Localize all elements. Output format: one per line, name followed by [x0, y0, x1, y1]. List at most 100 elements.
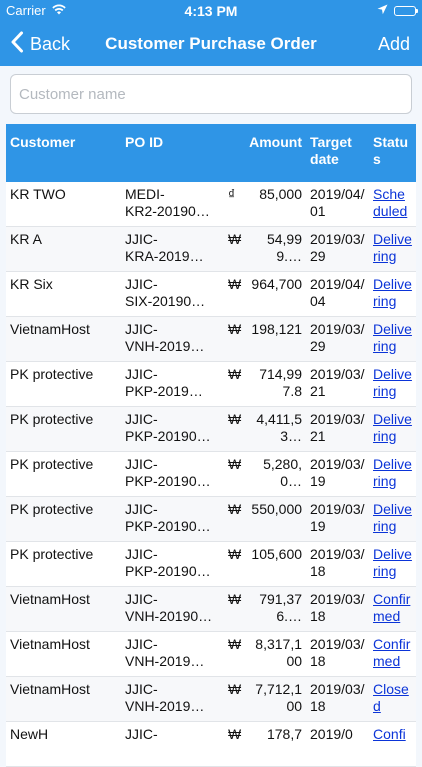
po-id-line1: JJIC- — [125, 546, 158, 562]
customer-search-input[interactable] — [10, 74, 412, 114]
status-link[interactable]: Delivering — [373, 366, 412, 399]
cell-customer: KR A — [6, 226, 121, 272]
po-id-line1: JJIC- — [125, 411, 158, 427]
cell-po-id: MEDI- KR2-20190… — [121, 182, 224, 227]
po-id-line2: VNH-2019… — [125, 653, 205, 669]
cell-status: Closed — [369, 676, 417, 722]
table-row[interactable]: VietnamHost JJIC- VNH-2019… ₩8,317,100 2019/… — [6, 631, 417, 677]
add-button[interactable]: Add — [378, 22, 410, 66]
cell-currency: ₩ — [224, 271, 246, 317]
cell-amount: 4,411,53… — [246, 406, 307, 452]
table-body: KR TWO MEDI- KR2-20190… ₫ 85,000 2019/04/01 Sc… — [6, 182, 417, 767]
table-row[interactable]: VietnamHost JJIC- VNH-20190… ₩791,376.… 2019… — [6, 586, 417, 632]
cell-customer: VietnamHost — [6, 316, 121, 362]
cell-customer: PK protective — [6, 496, 121, 542]
cell-po-id: JJIC- PKP-20190… — [121, 541, 224, 587]
cell-customer: KR Six — [6, 271, 121, 317]
cell-amount: 7,712,100 — [246, 676, 307, 722]
status-link[interactable]: Confirmed — [373, 591, 410, 624]
cell-customer: PK protective — [6, 541, 121, 587]
header-po-id[interactable]: PO ID — [121, 124, 224, 182]
po-id-line2: PKP-20190… — [125, 473, 211, 489]
cell-amount: 791,376.… — [246, 586, 307, 632]
cell-target-date: 2019/03/18 — [306, 631, 370, 677]
header-target-date[interactable]: Target date — [306, 124, 370, 182]
cell-amount: 714,997.8 — [246, 361, 307, 407]
status-link[interactable]: Delivering — [373, 276, 412, 309]
status-link[interactable]: Confi — [373, 726, 406, 742]
table-row[interactable]: KR Six JJIC- SIX-20190… ₩964,700 2019/04/04 D… — [6, 271, 417, 317]
cell-target-date: 2019/0 — [306, 721, 370, 767]
table-row[interactable]: PK protective JJIC- PKP-20190… ₩550,000 2019… — [6, 496, 417, 542]
table-row[interactable]: PK protective JJIC- PKP-20190… ₩5,280,0… 201… — [6, 451, 417, 497]
cell-currency: ₩ — [224, 676, 246, 722]
cell-customer: PK protective — [6, 361, 121, 407]
location-icon — [377, 3, 388, 18]
po-id-line2: VNH-2019… — [125, 338, 205, 354]
po-id-line2: PKP-20190… — [125, 428, 211, 444]
cell-amount: 5,280,0… — [246, 451, 307, 497]
status-link[interactable]: Scheduled — [373, 186, 407, 219]
po-id-line2: VNH-20190… — [125, 608, 213, 624]
header-row: Customer PO ID Amount Target date Status — [6, 124, 417, 182]
cell-customer: VietnamHost — [6, 586, 121, 632]
status-link[interactable]: Confirmed — [373, 636, 410, 669]
table-row[interactable]: PK protective JJIC- PKP-20190… ₩4,411,53… 20… — [6, 406, 417, 452]
header-amount[interactable]: Amount — [224, 124, 307, 182]
cell-currency: ₩ — [224, 541, 246, 587]
status-link[interactable]: Closed — [373, 681, 409, 714]
table-row[interactable]: VietnamHost JJIC- VNH-2019… ₩7,712,100 2019/… — [6, 676, 417, 722]
status-link[interactable]: Delivering — [373, 411, 412, 444]
cell-currency: ₩ — [224, 451, 246, 497]
cell-amount: 8,317,100 — [246, 631, 307, 677]
po-id-line2: PKP-20190… — [125, 518, 211, 534]
cell-amount: 964,700 — [246, 271, 307, 317]
search-bar — [0, 66, 422, 124]
po-id-line1: JJIC- — [125, 591, 158, 607]
cell-currency: ₩ — [224, 361, 246, 407]
status-link[interactable]: Delivering — [373, 546, 412, 579]
status-link[interactable]: Delivering — [373, 231, 412, 264]
po-id-line1: JJIC- — [125, 231, 158, 247]
cell-currency: ₩ — [224, 406, 246, 452]
back-button[interactable]: Back — [10, 22, 70, 66]
cell-po-id: JJIC- PKP-20190… — [121, 496, 224, 542]
cell-status: Confi — [369, 721, 417, 767]
cell-customer: PK protective — [6, 406, 121, 452]
cell-customer: VietnamHost — [6, 631, 121, 677]
status-right — [377, 3, 418, 18]
cell-status: Delivering — [369, 226, 417, 272]
cell-po-id: JJIC- VNH-2019… — [121, 631, 224, 677]
status-bar: Carrier 4:13 PM — [0, 0, 422, 22]
cell-status: Delivering — [369, 271, 417, 317]
po-id-line2: PKP-2019… — [125, 383, 203, 399]
po-id-line1: JJIC- — [125, 681, 158, 697]
table-row[interactable]: KR A JJIC- KRA-2019… ₩54,999.… 2019/03/29 Del… — [6, 226, 417, 272]
table-row[interactable]: VietnamHost JJIC- VNH-2019… ₩198,121 2019/03… — [6, 316, 417, 362]
cell-po-id: JJIC- KRA-2019… — [121, 226, 224, 272]
table-row[interactable]: PK protective JJIC- PKP-2019… ₩714,997.8 201… — [6, 361, 417, 407]
po-table-container: Customer PO ID Amount Target date Status… — [6, 124, 417, 767]
cell-amount: 550,000 — [246, 496, 307, 542]
table-row[interactable]: KR TWO MEDI- KR2-20190… ₫ 85,000 2019/04/01 Sc… — [6, 182, 417, 227]
cell-currency: ₩ — [224, 586, 246, 632]
status-link[interactable]: Delivering — [373, 456, 412, 489]
nav-bar: Back Customer Purchase Order Add — [0, 22, 422, 66]
table-row[interactable]: PK protective JJIC- PKP-20190… ₩105,600 2019… — [6, 541, 417, 587]
status-link[interactable]: Delivering — [373, 321, 412, 354]
cell-target-date: 2019/03/21 — [306, 361, 370, 407]
cell-target-date: 2019/03/19 — [306, 496, 370, 542]
po-id-line2: KRA-2019… — [125, 248, 204, 264]
header-customer[interactable]: Customer — [6, 124, 121, 182]
purchase-order-table: Customer PO ID Amount Target date Status… — [6, 124, 417, 767]
cell-amount: 85,000 — [246, 182, 307, 227]
cell-status: Confirmed — [369, 586, 417, 632]
status-link[interactable]: Delivering — [373, 501, 412, 534]
cell-currency: ₩ — [224, 226, 246, 272]
po-id-line1: JJIC- — [125, 366, 158, 382]
table-row[interactable]: NewH JJIC- ₩178,7 2019/0 Confi — [6, 721, 417, 767]
cell-customer: VietnamHost — [6, 676, 121, 722]
header-status[interactable]: Status — [369, 124, 417, 182]
cell-po-id: JJIC- VNH-2019… — [121, 676, 224, 722]
po-id-line1: JJIC- — [125, 726, 158, 742]
